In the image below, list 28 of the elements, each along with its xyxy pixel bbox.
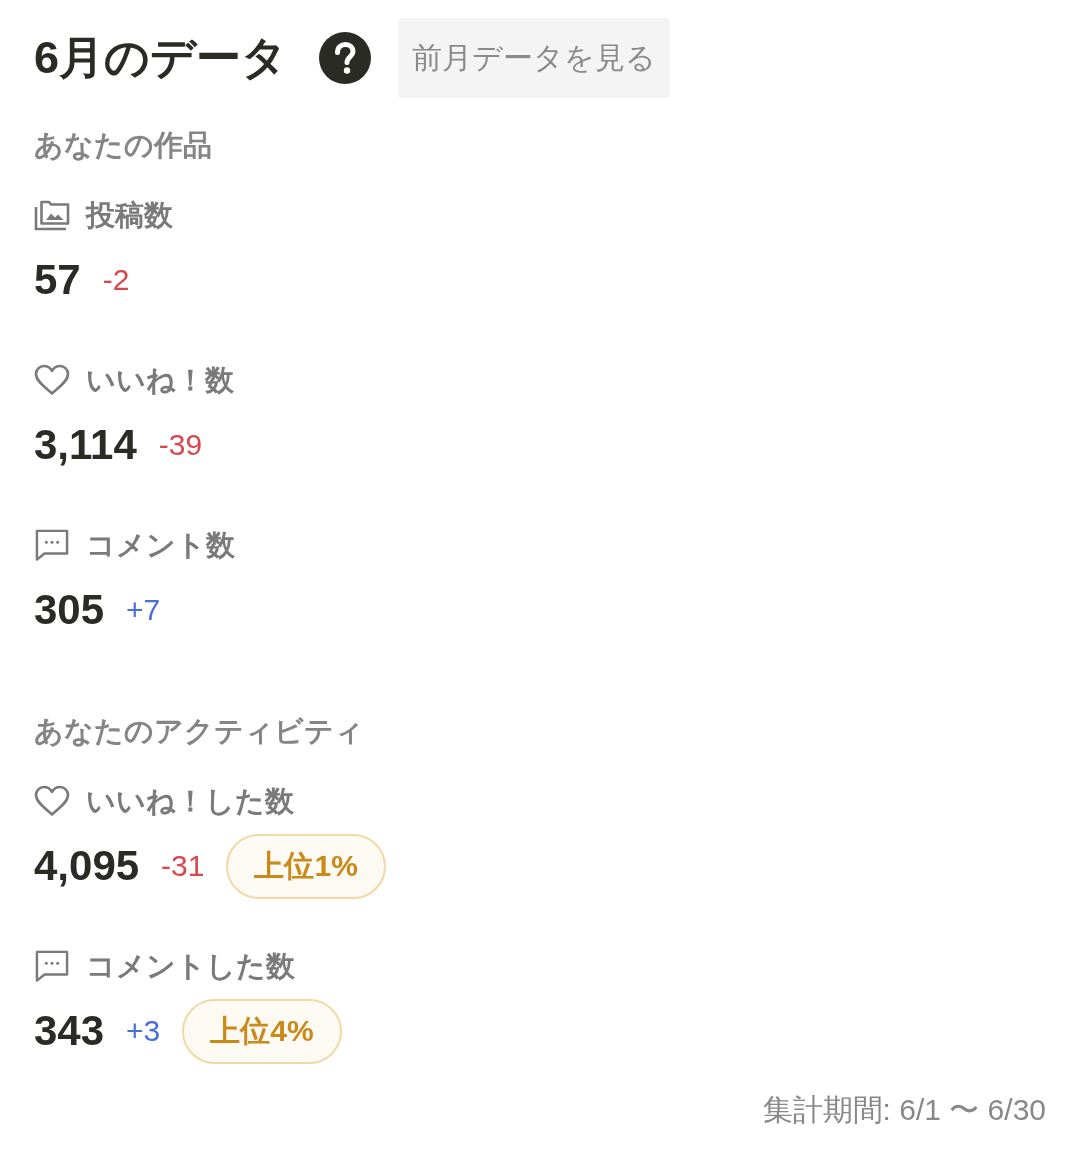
- metric-label: いいね！した数: [86, 784, 294, 819]
- period-text: 集計期間: 6/1 〜 6/30: [762, 1092, 1046, 1128]
- metric-label: いいね！数: [86, 363, 234, 398]
- change-amount: +3: [126, 1013, 161, 1049]
- page-title: 6月のデータ: [34, 31, 288, 85]
- change-amount: +7: [126, 592, 161, 628]
- section-heading: あなたの作品: [34, 128, 212, 163]
- heart-icon: [34, 364, 70, 396]
- metric-value: 305: [34, 585, 105, 635]
- speech-bubble-icon: [34, 529, 70, 561]
- rank-badge: 上位1%: [226, 833, 386, 899]
- change-amount: -2: [102, 262, 130, 298]
- metric-value: 57: [34, 255, 81, 305]
- metric-label: 投稿数: [86, 198, 173, 233]
- metric-label: コメント数: [86, 528, 235, 563]
- image-stack-icon: [34, 199, 70, 231]
- rank-badge: 上位4%: [182, 998, 342, 1064]
- metric-value: 4,095: [34, 841, 140, 891]
- section-heading: あなたのアクティビティ: [34, 714, 364, 749]
- metric-label: コメントした数: [86, 949, 295, 984]
- speech-bubble-icon: [34, 950, 70, 982]
- previous-month-button[interactable]: 前月データを見る: [398, 18, 671, 98]
- change-amount: -39: [158, 427, 203, 463]
- change-amount: -31: [161, 848, 205, 884]
- heart-icon: [34, 785, 70, 817]
- metric-value: 343: [34, 1006, 105, 1056]
- help-icon[interactable]: [319, 32, 372, 84]
- metric-value: 3,114: [34, 420, 137, 470]
